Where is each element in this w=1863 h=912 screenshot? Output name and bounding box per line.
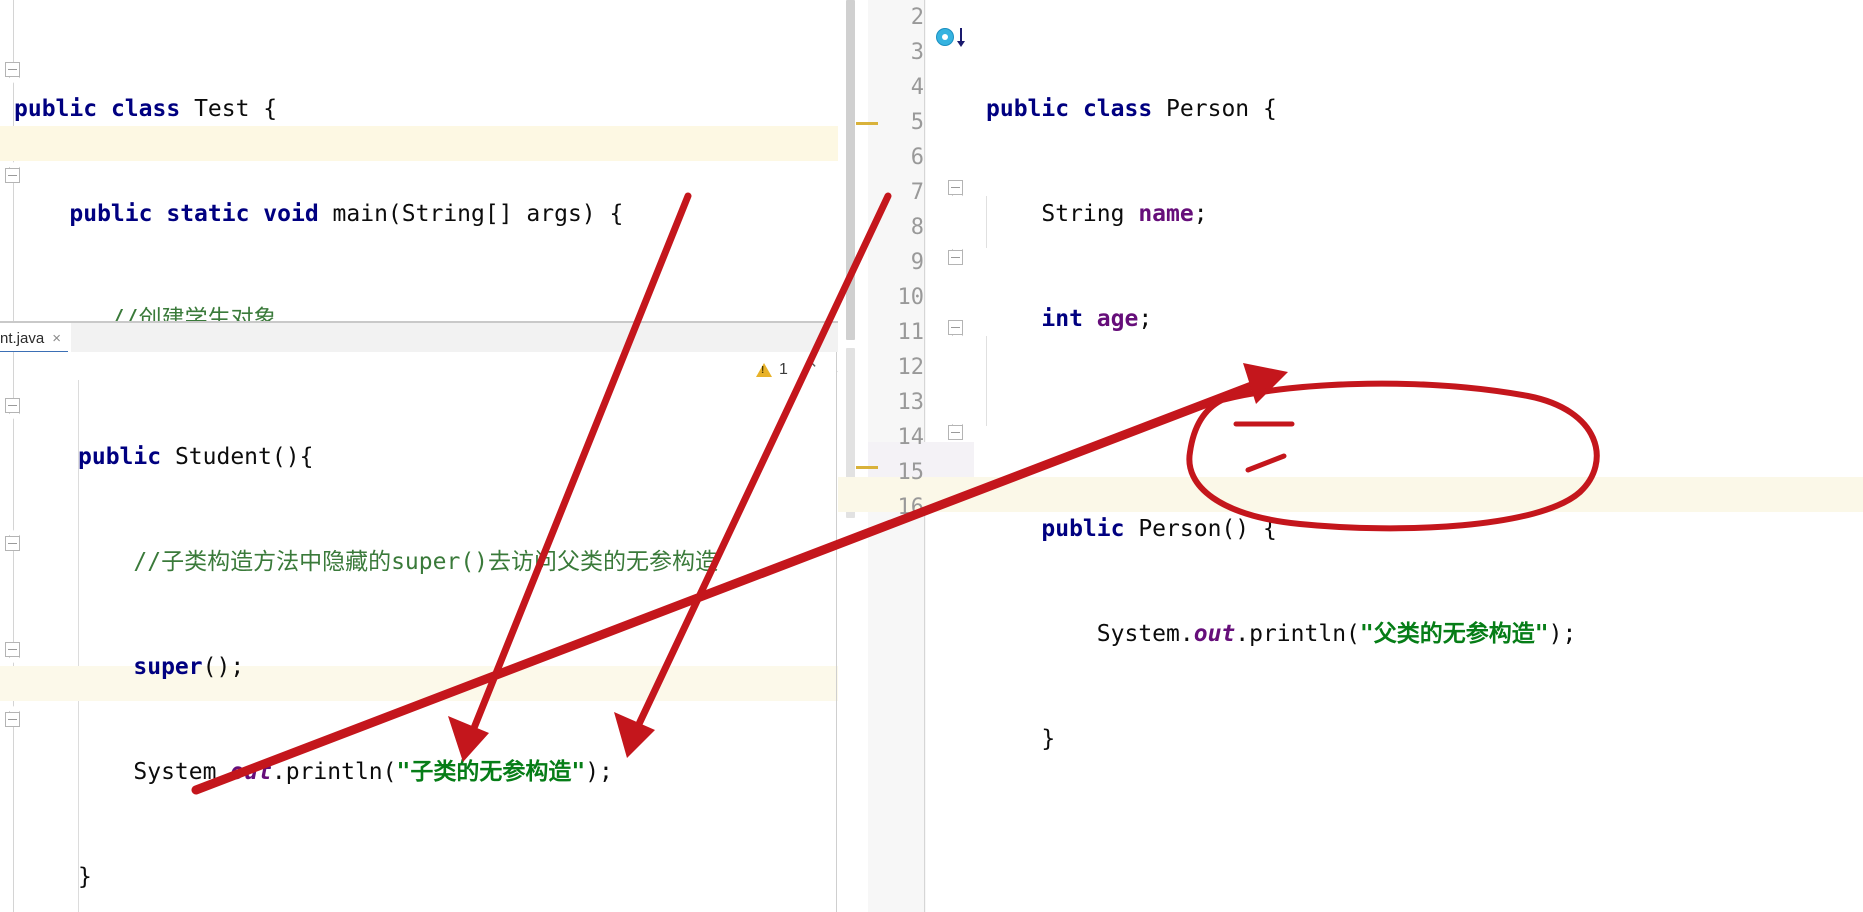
student-line-ctor1: public Student(){ (78, 440, 718, 475)
field-age: age (1082, 306, 1139, 332)
code-line-1: public class Test { (14, 92, 838, 127)
line-number: 8 (910, 215, 924, 240)
test-java-editor[interactable]: public class Test { public static void m… (0, 0, 838, 322)
line-number: 7 (910, 180, 924, 205)
line-number: 10 (897, 285, 925, 310)
line-number: 16 (897, 495, 925, 520)
fold-marker-person-ctor-end[interactable] (948, 250, 963, 265)
warning-count: 1 (779, 361, 788, 378)
top-editor-code[interactable]: public class Test { public static void m… (14, 22, 838, 322)
line-number: 2 (910, 5, 924, 30)
comment-hidden-super: //子类构造方法中隐藏的super()去访问父类的无参构造 (133, 549, 719, 575)
line-number: 13 (897, 390, 925, 415)
person-line-8: System.out.println("父类的无参构造"); (986, 617, 1577, 652)
student-ctor-signature: Student(){ (161, 444, 314, 470)
person-line-3: public class Person { (986, 92, 1576, 127)
field-out-r: out (1193, 621, 1236, 647)
run-arrow-icon[interactable] (957, 28, 965, 47)
string-parent-noarg: "父类的无参构造" (1359, 621, 1549, 647)
println-end-r: ); (1548, 621, 1577, 647)
left-column: public class Test { public static void m… (0, 0, 838, 912)
kw-void: void (263, 201, 319, 227)
fold-marker-person-ctor2-end[interactable] (948, 425, 963, 440)
person-line-6 (986, 407, 1576, 442)
println-call-r: .println( (1235, 621, 1360, 647)
fold-marker-person-ctor2[interactable] (948, 320, 963, 335)
kw-public-ctor: public (1041, 516, 1125, 542)
inspection-widget[interactable]: 1 ⌃ ⌄ (756, 360, 838, 380)
kw-class: class (110, 96, 181, 122)
line-number: 12 (897, 355, 925, 380)
println-end: ); (585, 759, 613, 785)
string-child-noarg: "子类的无参构造" (396, 759, 586, 785)
system-prefix-r: System. (1096, 621, 1194, 647)
student-java-editor[interactable]: public Student(){ //子类构造方法中隐藏的super()去访问… (0, 352, 838, 912)
kw-super: super (133, 654, 203, 680)
line-number: 11 (897, 320, 925, 345)
warning-triangle-icon (756, 363, 772, 377)
screen-root: public class Test { public static void m… (0, 0, 1863, 912)
fold-marker-ctor2[interactable] (5, 642, 20, 657)
field-name: name (1124, 201, 1194, 227)
person-line-4: String name; (986, 197, 1576, 232)
kw-public: public (14, 96, 98, 122)
system-prefix: System. (133, 759, 231, 785)
line-number: 3 (910, 40, 924, 65)
line-number: 5 (910, 110, 924, 135)
fold-marker-ctor2-end[interactable] (5, 712, 20, 727)
bottom-editor-code[interactable]: public Student(){ //子类构造方法中隐藏的super()去访问… (78, 370, 718, 912)
person-code[interactable]: public class Person { String name; int a… (986, 22, 1576, 912)
line-numbers: 2 3 4 5 6 7 8 9 10 11 12 13 14 15 16 (868, 0, 925, 525)
code-line-3: //创建学生对象 (14, 302, 838, 322)
tab-label: nt.java (0, 329, 45, 347)
field-out: out (230, 759, 272, 785)
student-line-comment: //子类构造方法中隐藏的super()去访问父类的无参构造 (78, 545, 718, 580)
line-number: 4 (910, 75, 924, 100)
main-signature: main(String[] args) { (332, 201, 624, 227)
editor-scrollbar[interactable] (838, 0, 868, 912)
comment-create-student: //创建学生对象 (110, 306, 277, 322)
right-column: 2 3 4 5 6 7 8 9 10 11 12 13 14 15 16 pub… (838, 0, 1863, 912)
run-class-icon[interactable] (936, 28, 954, 46)
line-number: 15 (897, 460, 925, 485)
line-number: 9 (910, 250, 924, 275)
semi-1: ; (1193, 201, 1208, 227)
person-line-7: public Person() { (986, 512, 1576, 547)
editor-tab-bar[interactable]: nt.java × (0, 322, 838, 354)
kw-public-2: public (69, 201, 153, 227)
class-name-person: Person { (1152, 96, 1277, 122)
ctor-close-brace-r: } (1041, 726, 1056, 752)
semi-2: ; (1138, 306, 1153, 332)
kw-int-field: int (1041, 306, 1083, 332)
student-line-println: System.out.println("子类的无参构造"); (78, 755, 718, 790)
line-number: 6 (910, 145, 924, 170)
kw-public-student: public (78, 444, 162, 470)
scrollbar-thumb[interactable] (846, 0, 855, 340)
type-string: String (1041, 201, 1125, 227)
fold-marker-ctor1[interactable] (5, 398, 20, 413)
code-line-2: public static void main(String[] args) { (14, 197, 838, 232)
student-line-super: super(); (78, 650, 718, 685)
kw-public-person: public (986, 96, 1070, 122)
prev-problem-icon[interactable]: ⌃ (805, 360, 819, 380)
person-noarg-ctor: Person() { (1124, 516, 1277, 542)
close-icon[interactable]: × (52, 330, 61, 347)
tab-student-java[interactable]: nt.java × (0, 323, 71, 353)
fold-marker-ctor1-end[interactable] (5, 536, 20, 551)
line-number: 14 (897, 425, 925, 450)
student-line-close1: } (78, 860, 718, 895)
fold-marker-person-ctor[interactable] (948, 180, 963, 195)
person-line-5: int age; (986, 302, 1576, 337)
println-call: .println( (271, 759, 397, 785)
super-call-args: (); (202, 654, 245, 680)
kw-class-person: class (1082, 96, 1153, 122)
bottom-editor-gutter[interactable] (0, 352, 22, 912)
person-line-10 (986, 827, 1576, 862)
editor-splitter[interactable] (0, 321, 838, 322)
person-line-9: } (986, 722, 1576, 757)
kw-static: static (166, 201, 250, 227)
person-java-editor[interactable]: 2 3 4 5 6 7 8 9 10 11 12 13 14 15 16 pub… (838, 0, 1863, 912)
class-name-test: Test { (194, 96, 278, 122)
ctor1-close-brace: } (78, 864, 92, 890)
